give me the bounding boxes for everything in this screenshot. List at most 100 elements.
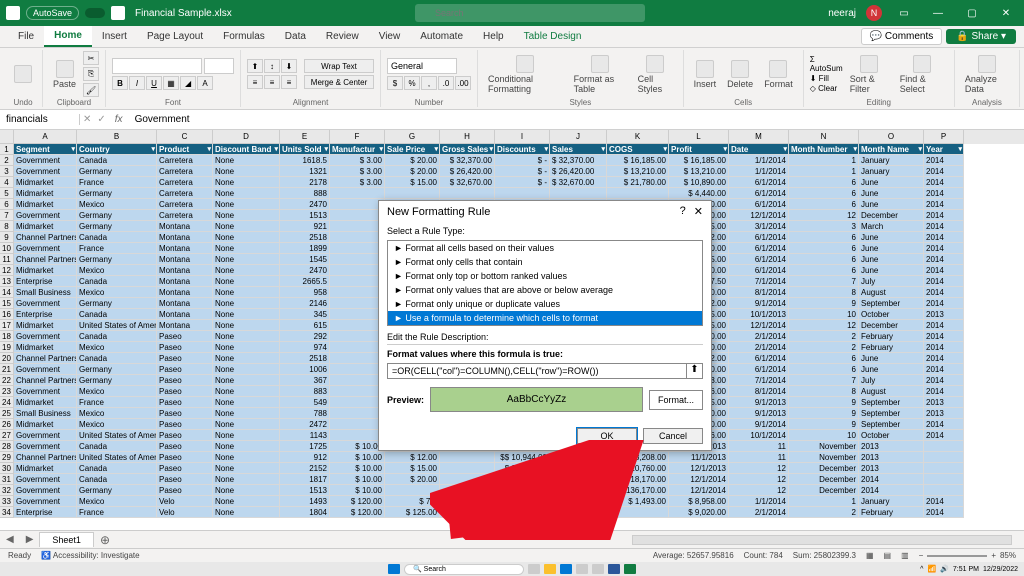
cell[interactable]: [330, 408, 385, 419]
border-button[interactable]: ▦: [163, 76, 179, 90]
cell[interactable]: 2: [789, 342, 859, 353]
cell[interactable]: None: [213, 342, 280, 353]
cell[interactable]: Midmarket: [14, 177, 77, 188]
cell[interactable]: June: [859, 188, 924, 199]
row-header[interactable]: 26: [0, 419, 14, 430]
cell[interactable]: 7: [789, 276, 859, 287]
cell[interactable]: Germany: [77, 485, 157, 496]
wrap-text-button[interactable]: Wrap Text: [304, 59, 374, 73]
cell[interactable]: Paseo: [157, 485, 213, 496]
cell[interactable]: Government: [14, 243, 77, 254]
range-picker-icon[interactable]: ⬆: [687, 363, 703, 379]
cell[interactable]: 2518: [280, 353, 330, 364]
cell[interactable]: None: [213, 199, 280, 210]
cell[interactable]: 6: [789, 353, 859, 364]
cell[interactable]: None: [213, 276, 280, 287]
cell[interactable]: December: [859, 210, 924, 221]
cell[interactable]: [330, 320, 385, 331]
cell[interactable]: 2014: [924, 166, 964, 177]
cell[interactable]: 1817: [280, 474, 330, 485]
cell[interactable]: $ 120.00: [330, 507, 385, 518]
cell[interactable]: Paseo: [157, 397, 213, 408]
cell[interactable]: 9/1/2013: [729, 397, 789, 408]
align-center-icon[interactable]: ≡: [264, 75, 280, 89]
cell[interactable]: 2014: [924, 430, 964, 441]
cell[interactable]: August: [859, 287, 924, 298]
cell[interactable]: 10: [789, 430, 859, 441]
minimize-icon[interactable]: —: [926, 8, 950, 19]
row-header[interactable]: 27: [0, 430, 14, 441]
dialog-close-icon[interactable]: ✕: [694, 205, 703, 218]
cell[interactable]: Canada: [77, 309, 157, 320]
row-header[interactable]: 34: [0, 507, 14, 518]
cell[interactable]: None: [213, 309, 280, 320]
cell[interactable]: [330, 276, 385, 287]
cell[interactable]: November: [789, 452, 859, 463]
cell[interactable]: [330, 265, 385, 276]
cell[interactable]: None: [213, 210, 280, 221]
col-header[interactable]: O: [859, 130, 924, 144]
cell[interactable]: Germany: [77, 364, 157, 375]
row-header[interactable]: 16: [0, 309, 14, 320]
cell[interactable]: Germany: [77, 188, 157, 199]
cell[interactable]: Velo: [157, 496, 213, 507]
undo-button[interactable]: [10, 63, 36, 85]
tray-volume-icon[interactable]: 🔊: [940, 565, 949, 573]
cell[interactable]: None: [213, 364, 280, 375]
tab-help[interactable]: Help: [473, 27, 514, 46]
cell[interactable]: 2013: [924, 408, 964, 419]
table-header-cell[interactable]: Manufactur: [330, 144, 385, 155]
cell[interactable]: None: [213, 177, 280, 188]
view-page-break-icon[interactable]: ▥: [901, 551, 909, 560]
col-header[interactable]: B: [77, 130, 157, 144]
cell[interactable]: 2014: [924, 364, 964, 375]
search-input[interactable]: [415, 4, 645, 22]
view-page-layout-icon[interactable]: ▤: [884, 551, 892, 560]
cell[interactable]: Mexico: [77, 496, 157, 507]
cell[interactable]: June: [859, 364, 924, 375]
table-header-cell[interactable]: COGS: [607, 144, 669, 155]
cell[interactable]: 974: [280, 342, 330, 353]
cell[interactable]: 12: [789, 210, 859, 221]
col-header[interactable]: C: [157, 130, 213, 144]
table-header-cell[interactable]: Gross Sales: [440, 144, 495, 155]
col-header[interactable]: H: [440, 130, 495, 144]
tray-date[interactable]: 12/29/2022: [983, 566, 1018, 573]
cell[interactable]: 6/1/2014: [729, 353, 789, 364]
cell[interactable]: None: [213, 320, 280, 331]
cell[interactable]: 12: [729, 463, 789, 474]
cell[interactable]: Montana: [157, 287, 213, 298]
cell[interactable]: Canada: [77, 463, 157, 474]
cell[interactable]: None: [213, 188, 280, 199]
cell[interactable]: None: [213, 298, 280, 309]
cell[interactable]: Small Business: [14, 287, 77, 298]
cell[interactable]: 6: [789, 199, 859, 210]
cell[interactable]: 12/1/2013: [669, 463, 729, 474]
cell[interactable]: 367: [280, 375, 330, 386]
font-family-combo[interactable]: [112, 58, 202, 74]
cell[interactable]: 2152: [280, 463, 330, 474]
cell[interactable]: Government: [14, 155, 77, 166]
cell[interactable]: $ 2,736.00: [550, 452, 607, 463]
cell[interactable]: $ 136,170.00: [607, 485, 669, 496]
cell[interactable]: 958: [280, 287, 330, 298]
cell[interactable]: 2014: [924, 419, 964, 430]
cell[interactable]: 1: [789, 166, 859, 177]
rule-type-option[interactable]: ► Format only cells that contain: [388, 255, 702, 269]
cell[interactable]: $393,380.00: [550, 485, 607, 496]
cell[interactable]: 8: [789, 287, 859, 298]
cell[interactable]: Paseo: [157, 408, 213, 419]
comments-button[interactable]: 💬 Comments: [861, 28, 943, 45]
cell[interactable]: 2014: [924, 232, 964, 243]
cell[interactable]: $ 7.0: [385, 496, 440, 507]
cell[interactable]: Carretera: [157, 199, 213, 210]
cell[interactable]: Channel Partners: [14, 232, 77, 243]
cell[interactable]: Mexico: [77, 408, 157, 419]
ok-button[interactable]: OK: [577, 428, 637, 444]
cell[interactable]: Small Business: [14, 408, 77, 419]
tab-home[interactable]: Home: [44, 26, 92, 47]
row-header[interactable]: 6: [0, 199, 14, 210]
cell[interactable]: $ 225,500.00: [440, 507, 495, 518]
cell[interactable]: 12/1/2014: [729, 320, 789, 331]
cell[interactable]: Germany: [77, 375, 157, 386]
